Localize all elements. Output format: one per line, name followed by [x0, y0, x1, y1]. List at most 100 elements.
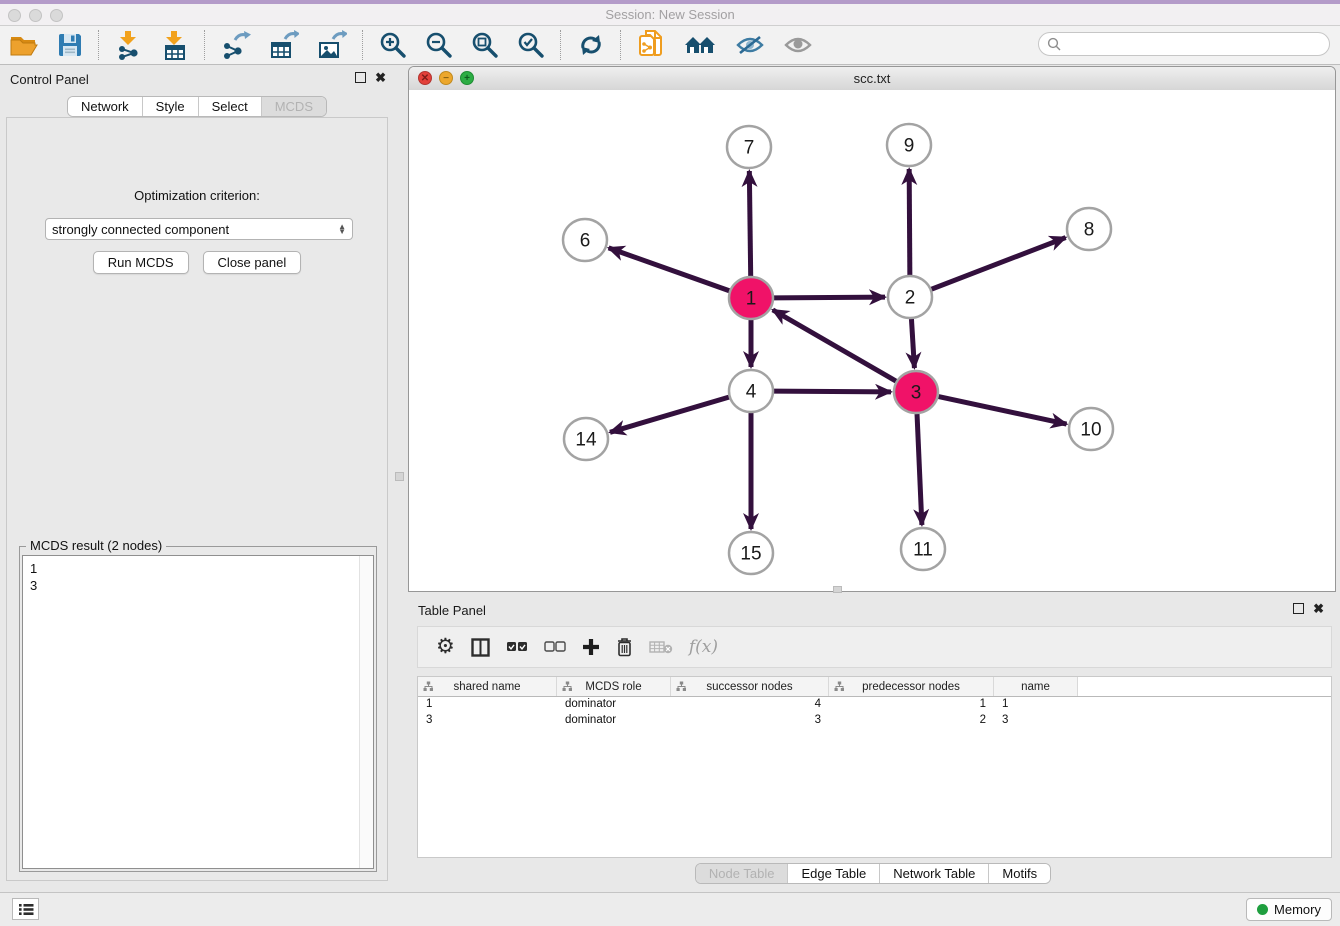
table-row[interactable]: 1dominator411 [418, 697, 1331, 713]
graph-edge-1-7[interactable] [749, 171, 750, 276]
float-panel-icon[interactable] [355, 72, 366, 83]
zoom-out-icon [425, 31, 453, 59]
close-panel-button[interactable]: Close panel [203, 251, 302, 274]
table-cell[interactable]: 3 [994, 713, 1078, 729]
column-header-predecessor-nodes[interactable]: predecessor nodes [829, 677, 994, 696]
open-session-button[interactable] [7, 29, 41, 61]
import-table-button[interactable] [159, 29, 191, 61]
close-panel-icon[interactable]: ✖ [375, 72, 386, 83]
export-table-icon [269, 30, 299, 60]
mcds-result-scrollbar[interactable] [359, 556, 373, 868]
graph-edge-1-6[interactable] [609, 248, 730, 291]
column-header-label: shared name [453, 681, 520, 693]
tab-node-table[interactable]: Node Table [696, 864, 788, 883]
graph-edge-4-14[interactable] [610, 397, 729, 432]
delete-table-button[interactable] [649, 633, 673, 661]
memory-button[interactable]: Memory [1246, 898, 1332, 921]
float-panel-icon[interactable] [1293, 603, 1304, 614]
table-settings-button[interactable]: ⚙ [436, 633, 455, 661]
hide-selected-button[interactable] [733, 29, 767, 61]
graph-edge-2-9[interactable] [909, 169, 910, 275]
export-network-button[interactable] [219, 29, 253, 61]
graph-node-6[interactable]: 6 [563, 219, 607, 261]
panel-divider-handle[interactable] [833, 586, 842, 593]
copy-current-network-button[interactable] [635, 29, 667, 61]
graph-node-3[interactable]: 3 [894, 371, 938, 413]
column-header-name[interactable]: name [994, 677, 1078, 696]
column-header-successor-nodes[interactable]: successor nodes [671, 677, 829, 696]
deselect-all-button[interactable] [544, 633, 566, 661]
control-panel-title: Control Panel [10, 72, 89, 87]
tab-style[interactable]: Style [142, 97, 198, 116]
tab-edge-table[interactable]: Edge Table [787, 864, 879, 883]
panel-divider-handle[interactable] [395, 472, 404, 481]
table-cell[interactable]: 3 [671, 713, 829, 729]
table-cell[interactable]: 2 [829, 713, 994, 729]
graph-edge-2-3[interactable] [911, 319, 914, 368]
zoom-selected-button[interactable] [515, 29, 547, 61]
graph-node-8[interactable]: 8 [1067, 208, 1111, 250]
home-layout-button[interactable] [681, 29, 719, 61]
table-cell[interactable]: dominator [557, 697, 671, 713]
task-history-button[interactable] [12, 898, 39, 920]
column-header-label: predecessor nodes [862, 681, 960, 693]
graph-node-11[interactable]: 11 [901, 528, 945, 570]
node-table[interactable]: shared name MCDS rolesuccessor nodes prede… [417, 676, 1332, 858]
tab-network-table[interactable]: Network Table [879, 864, 988, 883]
graph-node-1[interactable]: 1 [729, 277, 773, 319]
export-image-button[interactable] [315, 29, 349, 61]
graph-node-10[interactable]: 10 [1069, 408, 1113, 450]
table-cell[interactable]: 1 [418, 697, 557, 713]
table-cell[interactable]: 4 [671, 697, 829, 713]
graph-node-label: 9 [904, 136, 915, 157]
tab-network[interactable]: Network [68, 97, 142, 116]
graph-node-4[interactable]: 4 [729, 370, 773, 412]
graph-edge-1-2[interactable] [774, 297, 885, 298]
network-canvas[interactable]: 7 9 6 8 1 2 4 3 14 10 15 11 [409, 90, 1335, 591]
add-column-button[interactable] [582, 633, 600, 661]
graph-edge-3-10[interactable] [939, 397, 1067, 424]
mcds-result-text: 1 3 [30, 560, 37, 594]
mcds-result-area[interactable]: 1 3 [22, 555, 374, 869]
zoom-out-button[interactable] [423, 29, 455, 61]
zoom-in-button[interactable] [377, 29, 409, 61]
memory-status-icon [1257, 904, 1268, 915]
column-header-MCDS-role[interactable]: MCDS role [557, 677, 671, 696]
refresh-view-button[interactable] [575, 29, 607, 61]
graph-node-9[interactable]: 9 [887, 124, 931, 166]
import-network-button[interactable] [113, 29, 145, 61]
graph-edge-3-11[interactable] [917, 414, 922, 525]
column-header-shared-name[interactable]: shared name [418, 677, 557, 696]
graph-node-2[interactable]: 2 [888, 276, 932, 318]
graph-node-15[interactable]: 15 [729, 532, 773, 574]
table-cell[interactable]: 3 [418, 713, 557, 729]
zoom-fit-button[interactable] [469, 29, 501, 61]
graph-node-label: 8 [1084, 220, 1095, 241]
criterion-dropdown[interactable]: strongly connected component ▲▼ [45, 218, 353, 240]
export-table-button[interactable] [267, 29, 301, 61]
search-input[interactable] [1066, 34, 1329, 54]
table-cell[interactable]: dominator [557, 713, 671, 729]
toggle-columns-button[interactable] [471, 633, 490, 661]
delete-columns-button[interactable] [616, 633, 633, 661]
search-box [1038, 32, 1330, 56]
tab-select[interactable]: Select [198, 97, 261, 116]
graph-edge-4-3[interactable] [774, 391, 891, 392]
graph-node-14[interactable]: 14 [564, 418, 608, 460]
list-icon [18, 903, 34, 916]
graph-edge-2-8[interactable] [932, 238, 1066, 290]
table-cell[interactable]: 1 [994, 697, 1078, 713]
function-builder-button[interactable]: f(x) [689, 633, 718, 661]
table-row[interactable]: 3dominator323 [418, 713, 1331, 729]
graph-edge-3-1[interactable] [773, 310, 896, 381]
table-cell[interactable]: 1 [829, 697, 994, 713]
close-panel-icon[interactable]: ✖ [1313, 603, 1324, 614]
show-all-button[interactable] [781, 29, 815, 61]
eye-icon [783, 34, 813, 56]
save-session-button[interactable] [55, 29, 85, 61]
tab-mcds[interactable]: MCDS [261, 97, 326, 116]
run-mcds-button[interactable]: Run MCDS [93, 251, 189, 274]
select-all-button[interactable] [506, 633, 528, 661]
tab-motifs[interactable]: Motifs [988, 864, 1050, 883]
graph-node-7[interactable]: 7 [727, 126, 771, 168]
